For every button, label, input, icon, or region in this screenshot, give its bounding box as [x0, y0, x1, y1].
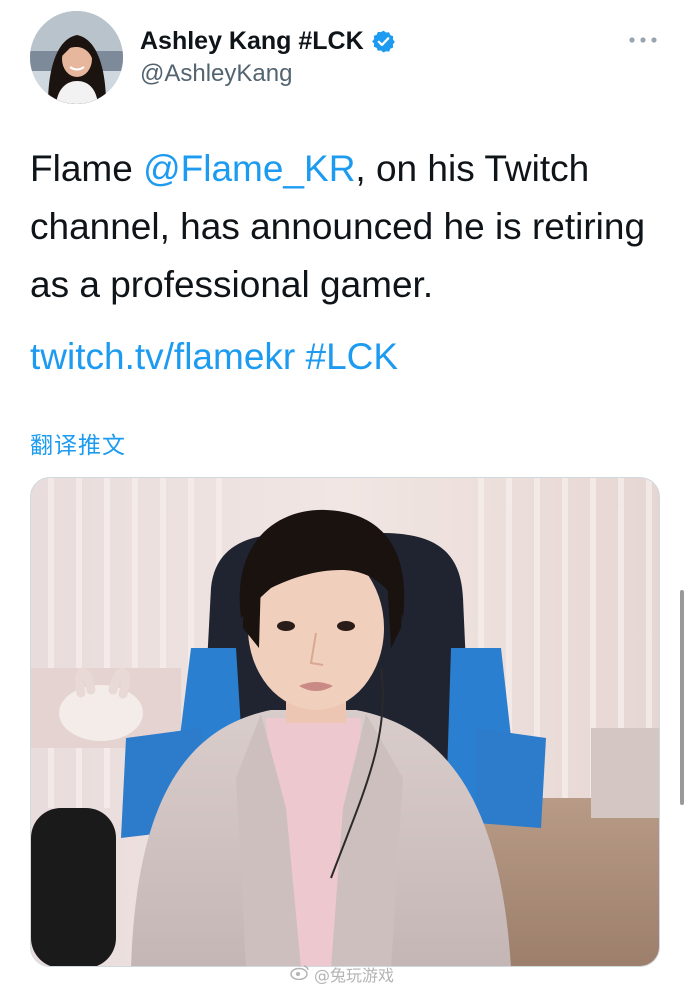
- tweet-text-before: Flame: [30, 148, 144, 189]
- verified-badge-icon: [371, 29, 396, 54]
- translate-tweet-link[interactable]: 翻译推文: [30, 426, 126, 460]
- more-icon[interactable]: [626, 28, 660, 52]
- avatar-photo: [30, 11, 123, 104]
- twitch-link[interactable]: twitch.tv/flamekr: [30, 336, 295, 377]
- hashtag-link[interactable]: #LCK: [306, 336, 399, 377]
- scrollbar[interactable]: [680, 590, 684, 805]
- author-display-name[interactable]: Ashley Kang #LCK: [140, 27, 364, 56]
- watermark: @兔玩游戏: [290, 962, 394, 986]
- author-name-row[interactable]: Ashley Kang #LCK: [140, 24, 396, 58]
- stream-screenshot-image: [31, 478, 659, 966]
- watermark-text: @兔玩游戏: [314, 966, 395, 985]
- weibo-icon: [290, 964, 310, 984]
- tweet-media[interactable]: [30, 477, 660, 967]
- mention-link[interactable]: @Flame_KR: [143, 148, 355, 189]
- avatar[interactable]: [30, 11, 123, 104]
- tweet-links: twitch.tv/flamekr #LCK: [30, 328, 398, 386]
- author-handle[interactable]: @AshleyKang: [140, 60, 292, 88]
- tweet-text: Flame @Flame_KR, on his Twitch channel, …: [30, 140, 660, 314]
